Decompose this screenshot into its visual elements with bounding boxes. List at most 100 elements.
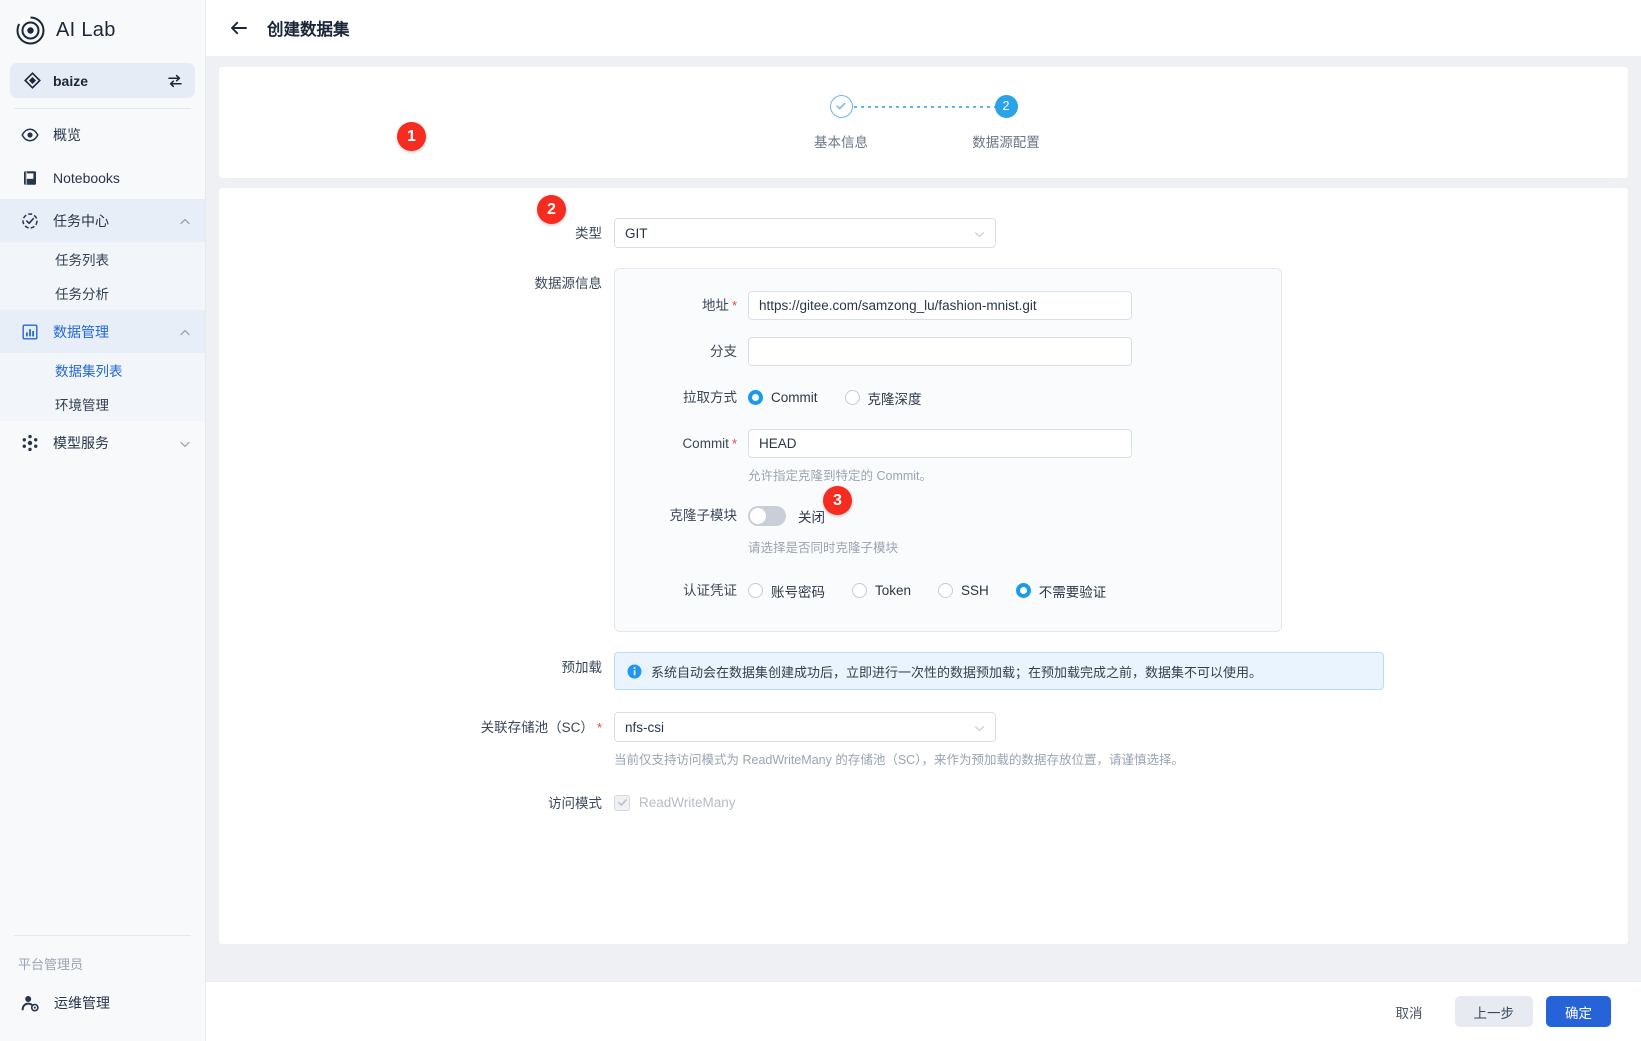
annotation-badge-3: 3 (823, 486, 852, 515)
radio-dot-icon (852, 583, 867, 598)
chevron-down-icon[interactable] (179, 437, 191, 449)
radio-dot-icon (844, 390, 860, 405)
sidebar-subgroup-task-center: 任务列表 任务分析 (0, 242, 205, 310)
data-management-icon (21, 323, 39, 341)
radio-dot-icon (748, 583, 763, 598)
preload-message: 系统自动会在数据集创建成功后，立即进行一次性的数据预加载；在预加载完成之前，数据… (651, 664, 1263, 680)
radio-label: 克隆深度 (867, 391, 922, 407)
project-selector[interactable]: baize (10, 63, 195, 98)
step-label: 数据源配置 (972, 134, 1040, 150)
storage-hint: 当前仅支持访问模式为 ReadWriteMany 的存储池（SC），来作为预加载… (614, 753, 1184, 767)
sidebar-item-label: 概览 (53, 126, 81, 143)
field-address: 地址 * (615, 291, 1281, 320)
sidebar-group-label: 任务中心 (53, 212, 109, 229)
storage-select-value: nfs-csi (625, 719, 665, 735)
radio-dot-icon (748, 390, 763, 405)
eye-icon (21, 126, 39, 144)
address-label: 地址 * (615, 291, 748, 320)
brand-name: AI Lab (56, 19, 116, 41)
field-branch: 分支 (615, 337, 1281, 366)
radio-dot-icon (938, 583, 954, 598)
chevron-down-icon (974, 228, 985, 239)
annotation-badge-1: 1 (397, 122, 426, 151)
page-title: 创建数据集 (267, 21, 350, 39)
form-row-access-mode: 访问模式 ReadWriteMany (219, 788, 1628, 820)
auth-label: 认证凭证 (683, 583, 737, 598)
submodule-hint: 请选择是否同时克隆子模块 (748, 541, 899, 555)
steps-card: 基本信息 2 数据源配置 (219, 67, 1628, 178)
sidebar-group-task-center[interactable]: 任务中心 (0, 199, 205, 242)
toggle-knob (750, 507, 766, 524)
sidebar-group-model-service[interactable]: 模型服务 (0, 421, 205, 464)
storage-select[interactable]: nfs-csi (614, 712, 996, 742)
form-row-storage: 关联存储池（SC） * nfs-csi 当前仅支持访问模式为 ReadWriteM… (219, 712, 1628, 768)
address-input[interactable] (748, 291, 1132, 320)
back-arrow-icon[interactable] (229, 18, 249, 38)
sidebar-item-task-analysis[interactable]: 任务分析 (0, 276, 205, 310)
submodule-state-label: 关闭 (798, 509, 825, 525)
form-row-type: 类型 GIT (219, 218, 1628, 250)
sidebar-subitem-label: 环境管理 (55, 398, 109, 413)
datasource-panel: 地址* 分支 拉取 (614, 268, 1282, 632)
type-select[interactable]: GIT (614, 218, 996, 248)
topbar: 创建数据集 (206, 0, 1641, 57)
access-mode-value: ReadWriteMany (639, 795, 736, 810)
radio-pull-commit[interactable]: Commit (748, 390, 818, 405)
branch-input[interactable] (748, 337, 1132, 366)
preload-label: 预加载 (561, 660, 603, 675)
chevron-up-icon[interactable] (179, 215, 191, 227)
sidebar-subitem-label: 任务分析 (55, 287, 109, 302)
sidebar-divider (14, 108, 191, 109)
field-submodule: 克隆子模块 关闭 请选择是否同时克隆子模块 (615, 501, 1281, 556)
commit-label-text: Commit (682, 436, 729, 451)
sidebar-item-environment-management[interactable]: 环境管理 (0, 387, 205, 421)
switch-icon[interactable] (167, 73, 183, 89)
model-service-icon (21, 434, 39, 452)
sidebar-item-task-list[interactable]: 任务列表 (0, 242, 205, 276)
pull-mode-radio-group: Commit 克隆深度 (748, 383, 1281, 412)
annotation-badge-2: 2 (537, 195, 566, 224)
radio-label: Commit (771, 390, 818, 405)
radio-auth-password[interactable]: 账号密码 (748, 581, 825, 601)
submodule-toggle[interactable] (748, 505, 786, 526)
radio-auth-ssh[interactable]: SSH (938, 583, 989, 598)
content-scroll-area: 基本信息 2 数据源配置 1 2 3 类型 GIT 数据源信息 地址 * htt… (206, 57, 1641, 981)
chevron-up-icon[interactable] (179, 326, 191, 338)
commit-input[interactable] (748, 429, 1132, 458)
type-select-value: GIT (625, 225, 648, 241)
sidebar: AI Lab baize 概览 Notebooks 任务中心 任务列表 任务分析… (0, 0, 206, 1041)
step-number: 2 (994, 94, 1018, 118)
sidebar-item-dataset-list[interactable]: 数据集列表 (0, 353, 205, 387)
cancel-button[interactable]: 取消 (1377, 996, 1442, 1027)
commit-label: Commit * (615, 429, 748, 458)
info-icon (627, 664, 642, 679)
project-icon (24, 72, 41, 89)
pull-mode-label: 拉取方式 (683, 390, 737, 405)
radio-auth-none[interactable]: 不需要验证 (1015, 581, 1106, 601)
sidebar-item-notebooks[interactable]: Notebooks (0, 156, 205, 199)
radio-pull-clone-depth[interactable]: 克隆深度 (844, 388, 922, 408)
branch-label: 分支 (710, 344, 737, 359)
step-datasource-config[interactable]: 2 数据源配置 (924, 94, 1089, 151)
form-footer: 取消 上一步 确定 (206, 981, 1641, 1041)
previous-step-button[interactable]: 上一步 (1454, 996, 1533, 1027)
sidebar-item-overview[interactable]: 概览 (0, 113, 205, 156)
ai-lab-logo-icon (16, 15, 45, 45)
form-row-preload: 预加载 系统自动会在数据集创建成功后，立即进行一次性的数据预加载；在预加载完成之… (219, 652, 1628, 690)
confirm-button[interactable]: 确定 (1546, 996, 1611, 1027)
access-mode-checkline: ReadWriteMany (614, 788, 736, 817)
chevron-down-icon (974, 722, 985, 733)
sidebar-bottom: 平台管理员 运维管理 (0, 935, 205, 1041)
sidebar-item-label: Notebooks (53, 169, 120, 186)
sidebar-item-ops-management[interactable]: 运维管理 (0, 981, 205, 1025)
task-center-icon (21, 212, 39, 230)
field-auth: 认证凭证 账号密码 Token SSH 不需要验证 (615, 576, 1281, 605)
sidebar-role-title: 平台管理员 (18, 957, 84, 972)
address-label-text: 地址 (701, 298, 729, 313)
brand: AI Lab (0, 0, 205, 59)
step-basic-info[interactable]: 基本信息 (759, 94, 999, 151)
radio-dot-icon (1015, 583, 1031, 598)
radio-label: SSH (961, 583, 989, 598)
radio-auth-token[interactable]: Token (852, 583, 911, 598)
sidebar-group-data-management[interactable]: 数据管理 (0, 310, 205, 353)
